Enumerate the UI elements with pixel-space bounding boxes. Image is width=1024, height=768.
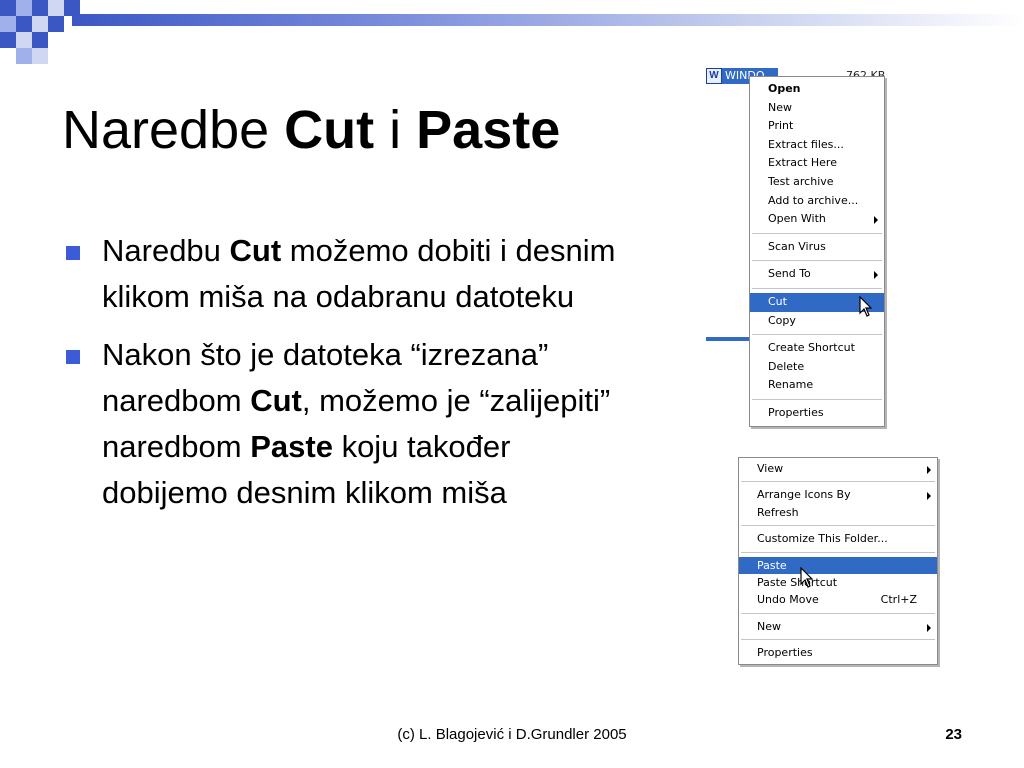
- menu-item-extract-here[interactable]: Extract Here: [750, 154, 884, 173]
- menu-item-delete[interactable]: Delete: [750, 358, 884, 377]
- menu-item-label: Paste Shortcut: [757, 575, 838, 589]
- menu-item-label: Cut: [768, 294, 787, 308]
- menu-separator: [752, 398, 882, 400]
- menu-item-scan-virus[interactable]: Scan Virus: [750, 238, 884, 257]
- title-bold-paste: Paste: [416, 100, 561, 160]
- submenu-arrow-icon: [874, 271, 878, 280]
- title-bold-cut: Cut: [284, 100, 375, 160]
- menu-separator: [741, 639, 935, 641]
- menu-item-open[interactable]: Open: [750, 80, 884, 99]
- menu-item-label: Scan Virus: [768, 239, 826, 253]
- menu-item-refresh[interactable]: Refresh: [739, 504, 937, 521]
- menu-item-label: Open: [768, 82, 801, 95]
- menu-item-extract-files[interactable]: Extract files...: [750, 136, 884, 155]
- bullet-square-icon: [66, 350, 80, 364]
- menu-item-label: Properties: [768, 405, 824, 419]
- menu-item-open-with[interactable]: Open With: [750, 210, 884, 229]
- menu-item-label: Open With: [768, 212, 826, 226]
- menu-item-paste[interactable]: Paste: [739, 556, 937, 574]
- menu-item-label: Refresh: [757, 505, 799, 519]
- mouse-pointer-icon: [800, 567, 814, 588]
- word-document-icon[interactable]: W: [706, 68, 722, 84]
- menu-item-label: Arrange Icons By: [757, 488, 851, 502]
- menu-item-label: Create Shortcut: [768, 341, 855, 355]
- menu-item-paste-shortcut[interactable]: Paste Shortcut: [739, 574, 937, 591]
- pane-blue-edge: [706, 337, 752, 341]
- submenu-arrow-icon: [874, 216, 878, 225]
- page-number: 23: [945, 726, 962, 743]
- slide-title: Naredbe Cut i Paste: [62, 98, 560, 162]
- menu-item-send-to[interactable]: Send To: [750, 265, 884, 284]
- file-context-menu-screenshot: W WINDO... 762 KB OpenNewPrintExtract fi…: [700, 62, 890, 432]
- menu-item-label: Copy: [768, 313, 796, 327]
- bullet-item-1: Naredbu Cut možemo dobiti i desnim kliko…: [62, 228, 642, 320]
- menu-separator: [752, 232, 882, 234]
- menu-separator: [752, 334, 882, 336]
- menu-item-print[interactable]: Print: [750, 117, 884, 136]
- menu-item-shortcut: Ctrl+Z: [880, 593, 917, 607]
- menu-item-label: Extract Here: [768, 156, 837, 170]
- menu-item-label: Add to archive...: [768, 193, 859, 207]
- menu-separator: [752, 260, 882, 262]
- bullet-2-bold-paste: Paste: [250, 429, 333, 464]
- header-gradient-bar: [72, 14, 1024, 26]
- title-text-2: i: [374, 100, 417, 160]
- submenu-arrow-icon: [927, 492, 931, 501]
- menu-item-add-to-archive[interactable]: Add to archive...: [750, 192, 884, 211]
- menu-item-undo-move[interactable]: Undo Move Ctrl+Z: [739, 591, 937, 608]
- menu-item-label: Delete: [768, 359, 805, 373]
- menu-item-properties[interactable]: Properties: [739, 644, 937, 661]
- bullet-list: Naredbu Cut možemo dobiti i desnim kliko…: [62, 228, 642, 528]
- menu-item-new[interactable]: New: [750, 99, 884, 118]
- menu-item-label: Undo Move: [757, 593, 819, 607]
- menu-separator: [741, 525, 935, 527]
- bullet-1-text-a: Naredbu: [102, 233, 230, 268]
- menu-item-properties[interactable]: Properties: [750, 404, 884, 423]
- menu-item-rename[interactable]: Rename: [750, 376, 884, 395]
- menu-item-new[interactable]: New: [739, 618, 937, 635]
- menu-separator: [741, 481, 935, 483]
- submenu-arrow-icon: [927, 623, 931, 632]
- menu-item-label: View: [757, 462, 784, 475]
- explorer-file-pane: [706, 68, 751, 344]
- menu-item-label: Extract files...: [768, 137, 844, 151]
- menu-item-customize-this-folder[interactable]: Customize This Folder...: [739, 530, 937, 547]
- menu-item-create-shortcut[interactable]: Create Shortcut: [750, 339, 884, 358]
- menu-separator: [741, 612, 935, 614]
- menu-item-label: New: [768, 100, 792, 114]
- mouse-pointer-icon: [859, 296, 873, 317]
- folder-context-menu: View Arrange Icons By Refresh Customize Thi…: [738, 457, 938, 665]
- menu-item-label: Properties: [757, 646, 813, 660]
- bullet-1-bold-cut: Cut: [229, 233, 282, 268]
- menu-item-label: Customize This Folder...: [757, 532, 888, 546]
- file-context-menu: Open New Print Extract files... Extract Here…: [749, 76, 885, 427]
- menu-item-label: Print: [768, 119, 794, 133]
- menu-separator: [741, 551, 935, 553]
- bullet-square-icon: [66, 246, 80, 260]
- bullet-item-2: Nakon što je datoteka “izrezana” naredbo…: [62, 332, 642, 516]
- menu-item-view[interactable]: View: [739, 460, 937, 477]
- corner-checker-decoration: [0, 0, 80, 64]
- submenu-arrow-icon: [927, 466, 931, 474]
- menu-item-arrange-icons-by[interactable]: Arrange Icons By: [739, 486, 937, 503]
- menu-item-label: Paste: [757, 558, 787, 572]
- menu-item-label: Send To: [768, 267, 811, 281]
- menu-separator: [752, 287, 882, 289]
- footer-copyright: (c) L. Blagojević i D.Grundler 2005: [397, 726, 627, 743]
- bullet-2-bold-cut: Cut: [250, 383, 302, 418]
- title-text-1: Naredbe: [62, 100, 285, 160]
- menu-item-test-archive[interactable]: Test archive: [750, 173, 884, 192]
- menu-item-label: New: [757, 619, 781, 633]
- menu-item-label: Rename: [768, 378, 814, 392]
- menu-item-label: Test archive: [768, 174, 834, 188]
